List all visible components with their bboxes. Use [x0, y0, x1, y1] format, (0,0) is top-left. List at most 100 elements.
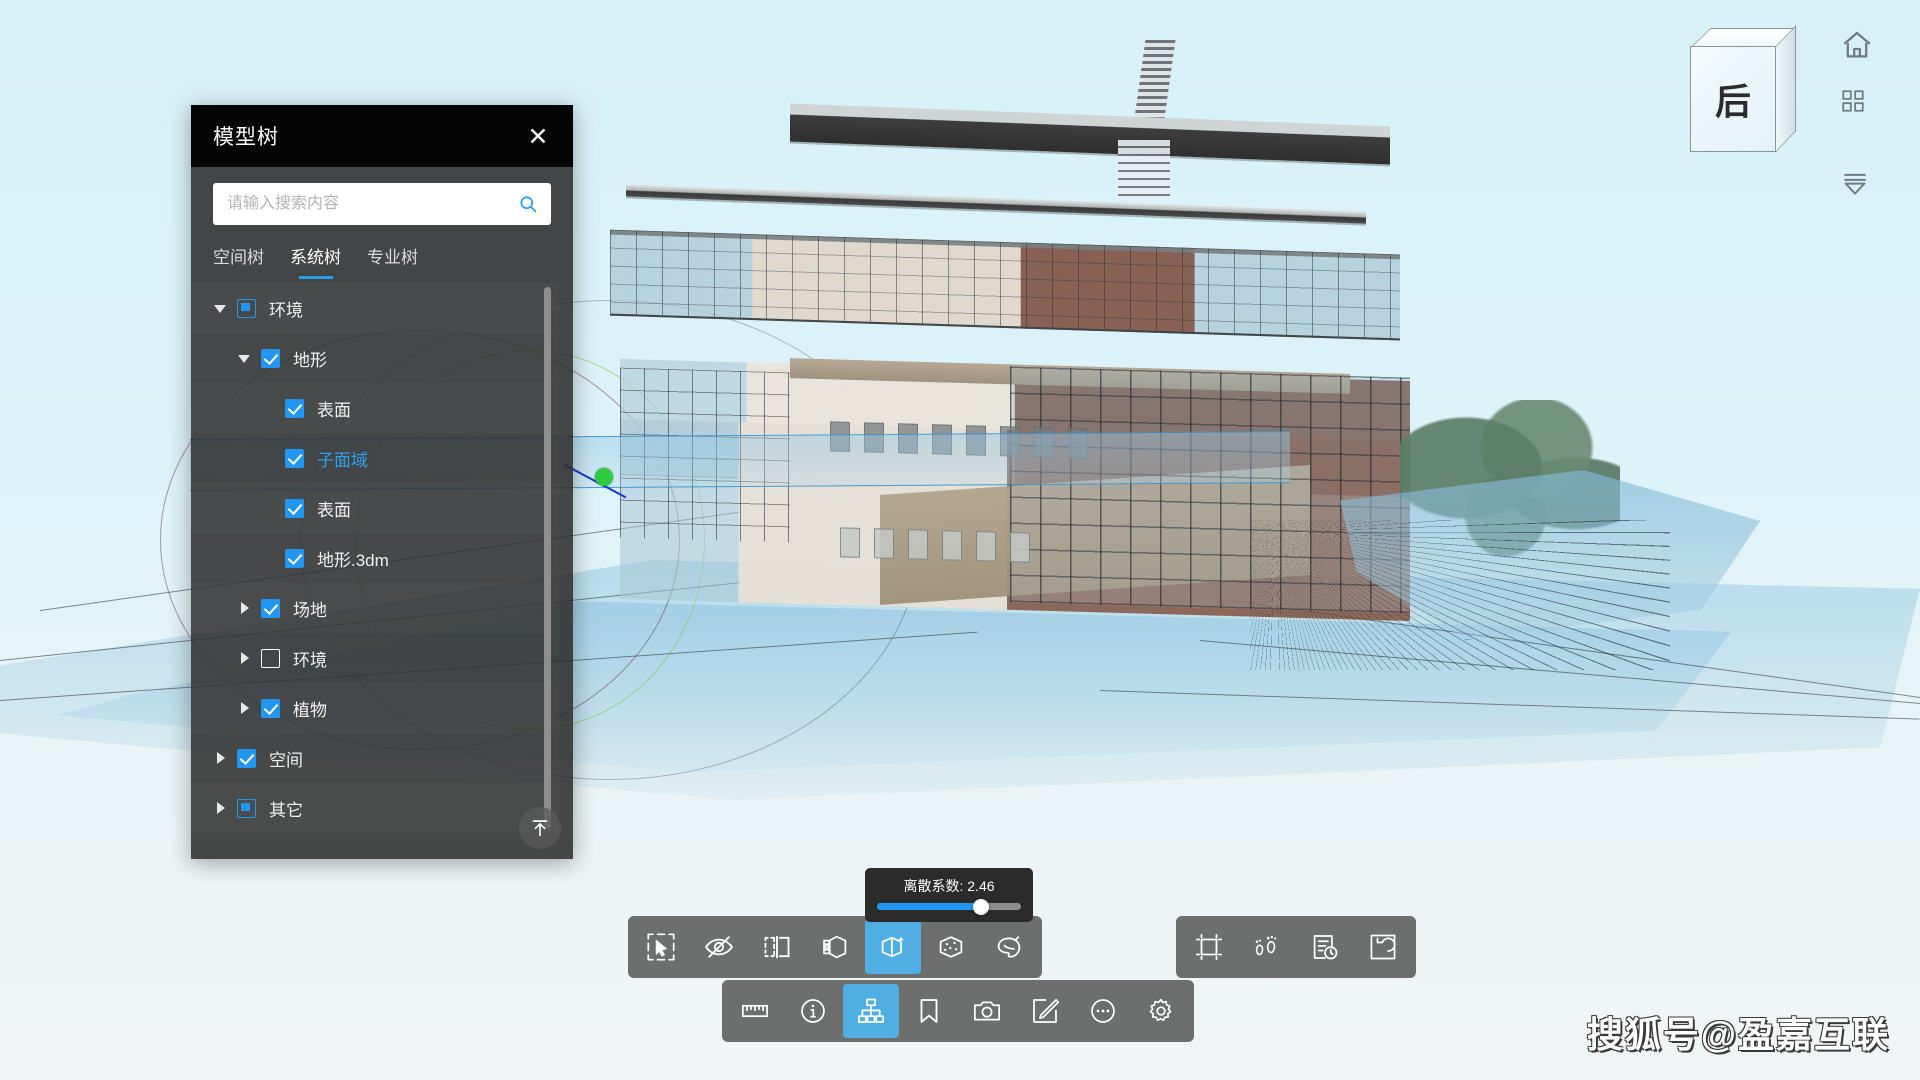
- tree-row[interactable]: 环境: [191, 283, 559, 333]
- window: [1010, 532, 1030, 563]
- tree-item-label: 空间: [269, 750, 303, 770]
- tree-row[interactable]: 空间: [191, 733, 559, 783]
- tree-row[interactable]: 表面: [191, 383, 559, 433]
- walkthrough-feet-icon[interactable]: [1239, 920, 1295, 974]
- section-box-icon[interactable]: [749, 920, 805, 974]
- secondary-toolbar: [722, 980, 1194, 1042]
- tree-tabs: 空间树 系统树 专业树: [191, 225, 573, 279]
- model-tree-body: 环境 地形 表面 子面域 表面 地形.3dm 场地 环境 植物 空间 其它: [191, 283, 573, 859]
- scatter-box-icon[interactable]: [923, 920, 979, 974]
- slider-knob[interactable]: [972, 898, 989, 915]
- bookmark-icon[interactable]: [901, 984, 957, 1038]
- tree-row[interactable]: 表面: [191, 483, 559, 533]
- discrete-coefficient-slider[interactable]: [877, 898, 1021, 915]
- tree-row[interactable]: 地形.3dm: [191, 533, 559, 583]
- right-toolbar: [1176, 916, 1416, 978]
- search-icon[interactable]: [518, 194, 538, 214]
- reset-rotate-icon[interactable]: [1355, 920, 1411, 974]
- visibility-checkbox[interactable]: [261, 348, 280, 368]
- caret-placeholder: [261, 400, 277, 416]
- caret-placeholder: [261, 500, 277, 516]
- tree-item-label: 地形: [293, 350, 327, 370]
- view-cube-side-face[interactable]: [1776, 25, 1796, 152]
- collapse-down-icon[interactable]: [1840, 168, 1874, 202]
- chevron-right-icon[interactable]: [237, 600, 253, 616]
- primary-toolbar: [628, 916, 1042, 978]
- tree-item-label: 场地: [293, 600, 327, 620]
- info-circle-icon[interactable]: [785, 984, 841, 1038]
- open-box-icon[interactable]: [807, 920, 863, 974]
- tree-row[interactable]: 场地: [191, 583, 559, 633]
- tab-system-tree[interactable]: 系统树: [290, 243, 341, 279]
- watermark: 搜狐号@盈嘉互联: [1586, 1014, 1890, 1055]
- hide-eye-icon[interactable]: [691, 920, 747, 974]
- chevron-right-icon[interactable]: [237, 700, 253, 716]
- grid-view-icon[interactable]: [1840, 88, 1874, 122]
- chevron-right-icon[interactable]: [237, 650, 253, 666]
- camera-icon[interactable]: [959, 984, 1015, 1038]
- axis-gizmo-handle[interactable]: [595, 468, 613, 486]
- tree-row[interactable]: 其它: [191, 783, 559, 833]
- scroll-to-top-icon[interactable]: [519, 807, 561, 849]
- close-icon[interactable]: ✕: [525, 124, 551, 149]
- view-cube-front-face[interactable]: 后: [1690, 46, 1776, 152]
- tree-item-label: 子面域: [317, 450, 368, 470]
- caret-placeholder: [261, 450, 277, 466]
- window: [840, 527, 860, 558]
- model-tree-icon[interactable]: [843, 984, 899, 1038]
- more-dots-icon[interactable]: [1075, 984, 1131, 1038]
- box-select-icon[interactable]: [633, 920, 689, 974]
- panel-title: 模型树: [213, 126, 279, 149]
- tree-scrollbar[interactable]: [544, 287, 551, 829]
- slider-label: 离散系数: 2.46: [903, 878, 995, 894]
- tree-row[interactable]: 环境: [191, 633, 559, 683]
- chevron-right-icon[interactable]: [213, 750, 229, 766]
- tab-space-tree[interactable]: 空间树: [213, 243, 264, 279]
- search-container: [191, 167, 573, 225]
- palette-icon[interactable]: [981, 920, 1037, 974]
- chevron-down-icon[interactable]: [213, 300, 229, 316]
- structural-fan-lines: [1250, 520, 1670, 670]
- view-cube[interactable]: 后: [1690, 25, 1800, 156]
- home-icon[interactable]: [1840, 28, 1874, 62]
- exploded-mast: [1134, 40, 1176, 118]
- visibility-checkbox[interactable]: [261, 698, 280, 718]
- crop-frame-icon[interactable]: [1181, 920, 1237, 974]
- slider-fill: [877, 903, 981, 910]
- visibility-checkbox[interactable]: [261, 648, 280, 668]
- visibility-checkbox[interactable]: [285, 448, 304, 468]
- schedule-clock-icon[interactable]: [1297, 920, 1353, 974]
- window: [874, 528, 894, 559]
- window: [908, 529, 928, 560]
- visibility-checkbox[interactable]: [285, 548, 304, 568]
- explode-box-icon[interactable]: [865, 920, 921, 974]
- tree-scrollbar-thumb[interactable]: [544, 287, 551, 829]
- visibility-checkbox[interactable]: [237, 748, 256, 768]
- chevron-right-icon[interactable]: [213, 800, 229, 816]
- view-nav-icons: [1840, 28, 1874, 202]
- tab-discipline-tree[interactable]: 专业树: [367, 243, 418, 279]
- edit-note-icon[interactable]: [1017, 984, 1073, 1038]
- view-cube-face-label: 后: [1714, 81, 1751, 122]
- visibility-checkbox[interactable]: [261, 598, 280, 618]
- search-box[interactable]: [213, 183, 551, 225]
- tree-row[interactable]: 地形: [191, 333, 559, 383]
- window-row-lower: [840, 527, 1030, 563]
- tree-row[interactable]: 植物: [191, 683, 559, 733]
- tree-item-label: 其它: [269, 800, 303, 820]
- visibility-checkbox[interactable]: [285, 398, 304, 418]
- ruler-measure-icon[interactable]: [727, 984, 783, 1038]
- exploded-roof-canopy: [790, 103, 1390, 165]
- visibility-checkbox[interactable]: [237, 798, 256, 818]
- visibility-checkbox[interactable]: [237, 298, 256, 318]
- model-tree-panel: 模型树 ✕ 空间树 系统树 专业树 环境地形表面子面域表面地形.3dm场地环境植…: [191, 105, 573, 859]
- search-input[interactable]: [213, 183, 551, 225]
- visibility-checkbox[interactable]: [285, 498, 304, 518]
- tree-item-label: 地形.3dm: [317, 550, 389, 570]
- tree-row[interactable]: 子面域: [191, 433, 559, 483]
- model-tree-list[interactable]: 环境 地形 表面 子面域 表面 地形.3dm 场地 环境 植物 空间 其它: [191, 283, 559, 859]
- app-root: 后 模型树 ✕ 请输入搜索内容 空间树 系统树 专业树 环境 地形 表面 子面域…: [0, 0, 1920, 1080]
- caret-placeholder: [261, 550, 277, 566]
- chevron-down-icon[interactable]: [237, 350, 253, 366]
- settings-gear-icon[interactable]: [1133, 984, 1189, 1038]
